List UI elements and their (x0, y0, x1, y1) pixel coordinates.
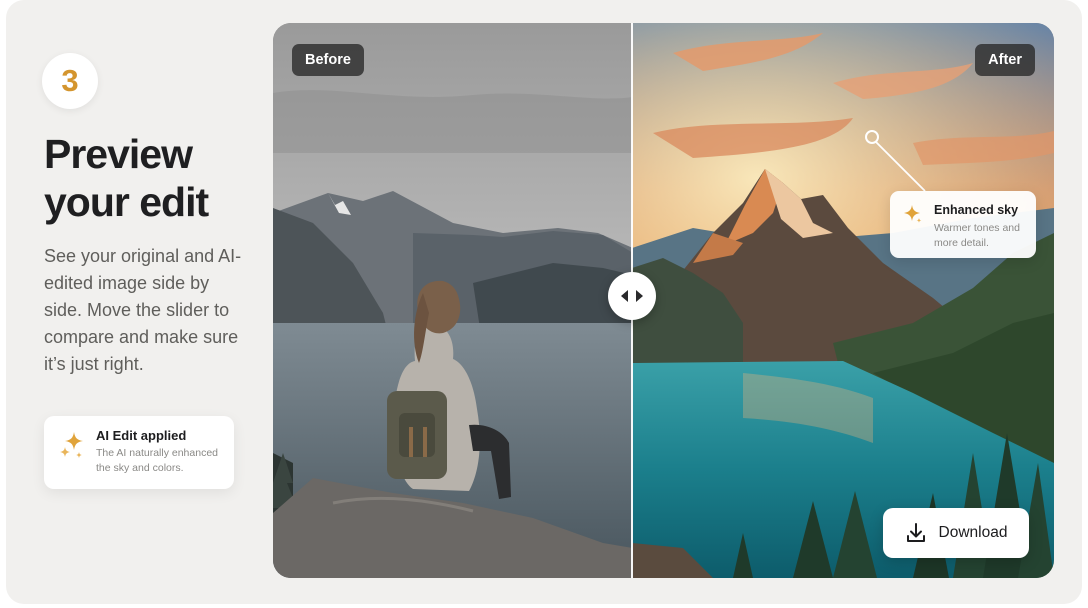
ai-edit-applied-card: AI Edit applied The AI naturally enhance… (44, 416, 234, 489)
callout-connector (865, 130, 926, 192)
applied-card-subtitle: The AI naturally enhanced the sky and co… (96, 447, 219, 474)
step-description: See your original and AI-edited image si… (44, 246, 242, 374)
enhanced-sky-callout: Enhanced sky Warmer tones and more detai… (890, 191, 1036, 258)
page-title: Preview your edit (44, 130, 274, 226)
title-line-1: Preview (44, 131, 193, 177)
download-label: Download (938, 524, 1008, 541)
download-icon (906, 523, 925, 542)
applied-card-title: AI Edit applied (96, 428, 187, 443)
title-line-2: your edit (44, 179, 209, 225)
callout-title: Enhanced sky (934, 203, 1019, 217)
sparkle-icon (60, 432, 83, 458)
step-number: 3 (61, 63, 79, 98)
step-number-badge: 3 (42, 53, 98, 109)
sparkle-icon (904, 205, 922, 223)
before-after-compare[interactable]: Before After Enhanced sky Warmer tones a… (273, 23, 1054, 578)
callout-subtitle: Warmer tones and more detail. (934, 222, 1020, 249)
download-button[interactable]: Download (883, 508, 1029, 558)
